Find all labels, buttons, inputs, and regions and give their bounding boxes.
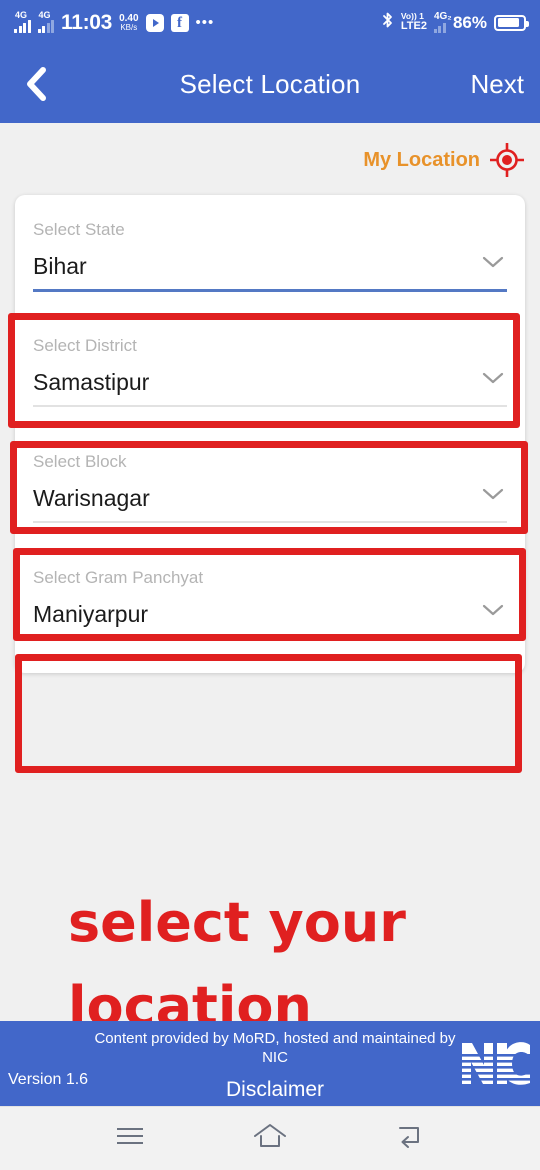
select-district-value: Samastipur xyxy=(33,369,150,395)
footer-credit: Content provided by MoRD, hosted and mai… xyxy=(94,1030,456,1066)
home-icon xyxy=(253,1123,287,1154)
select-block-dropdown[interactable]: Select Block Warisnagar xyxy=(33,452,507,523)
footer-center: Content provided by MoRD, hosted and mai… xyxy=(90,1030,460,1102)
back-arrow-icon xyxy=(396,1124,424,1153)
my-location-label: My Location xyxy=(363,148,480,171)
android-nav-bar xyxy=(0,1106,540,1170)
select-state-underline xyxy=(33,289,507,292)
recents-button[interactable] xyxy=(103,1117,157,1161)
disclaimer-link[interactable]: Disclaimer xyxy=(90,1078,460,1102)
page-title: Select Location xyxy=(179,68,361,99)
select-block-value: Warisnagar xyxy=(33,485,150,511)
select-district-dropdown[interactable]: Select District Samastipur xyxy=(33,336,507,407)
more-notifications-icon: ••• xyxy=(195,13,215,31)
select-state-value: Bihar xyxy=(33,253,87,279)
footer: Version 1.6 Content provided by MoRD, ho… xyxy=(0,1021,540,1106)
battery-percentage: 86% xyxy=(452,12,487,32)
select-district-placeholder: Select District xyxy=(33,336,137,355)
select-district-underline xyxy=(33,405,507,407)
chevron-down-icon xyxy=(481,603,505,622)
bluetooth-icon xyxy=(381,11,394,34)
signal-strength-sim1-icon: 4G xyxy=(14,10,31,33)
location-form-card: Select State Bihar Select District Samas… xyxy=(15,195,525,673)
youtube-icon xyxy=(145,13,164,32)
network-speed-indicator: 0.40 KB/s xyxy=(119,12,139,32)
chevron-down-icon xyxy=(481,255,505,274)
app-version: Version 1.6 xyxy=(8,1071,89,1088)
select-state-placeholder: Select State xyxy=(33,220,125,239)
phone-screen: 4G 4G 11:03 0.40 KB/s f ••• Vo)) 1 LTE2 xyxy=(0,0,540,1170)
facebook-icon: f xyxy=(170,13,189,32)
chevron-down-icon xyxy=(481,371,505,390)
battery-icon xyxy=(494,14,529,31)
nic-logo xyxy=(460,1037,532,1089)
network-speed-value: 0.40 xyxy=(119,12,139,24)
select-gram-panchayat-placeholder: Select Gram Panchyat xyxy=(33,568,204,587)
status-bar-right: Vo)) 1 LTE2 4G₂ 86% xyxy=(381,11,529,34)
chevron-down-icon xyxy=(481,487,505,506)
home-button[interactable] xyxy=(243,1117,297,1161)
my-location-button[interactable]: My Location xyxy=(363,142,525,178)
status-bar-left: 4G 4G 11:03 0.40 KB/s f ••• xyxy=(14,11,214,35)
select-gram-panchayat-value: Maniyarpur xyxy=(33,601,149,627)
select-gram-panchayat-underline xyxy=(33,637,507,639)
select-state-dropdown[interactable]: Select State Bihar xyxy=(33,220,507,292)
signal-sim1-label: 4G xyxy=(15,10,28,20)
next-button[interactable]: Next xyxy=(471,45,524,123)
volte-bottom-label: LTE2 xyxy=(400,20,427,33)
status-bar: 4G 4G 11:03 0.40 KB/s f ••• Vo)) 1 LTE2 xyxy=(0,0,540,45)
select-block-placeholder: Select Block xyxy=(33,452,127,471)
app-bar: Select Location Next xyxy=(0,45,540,123)
back-nav-button[interactable] xyxy=(383,1117,437,1161)
data-network-label: 4G₂ xyxy=(433,11,452,22)
gps-crosshair-icon xyxy=(489,142,525,178)
network-speed-unit: KB/s xyxy=(120,22,138,32)
signal-sim2-label: 4G xyxy=(38,10,51,20)
signal-strength-sim2-icon: 4G xyxy=(37,10,54,33)
status-clock: 11:03 xyxy=(61,10,113,34)
signal-strength-data-icon: 4G₂ xyxy=(433,11,452,33)
menu-icon xyxy=(115,1125,145,1152)
content-area: My Location Select State Bihar Select Di… xyxy=(0,123,540,1038)
select-block-underline xyxy=(33,521,507,523)
volte-indicator: Vo)) 1 LTE2 xyxy=(401,12,427,32)
select-gram-panchayat-dropdown[interactable]: Select Gram Panchyat Maniyarpur xyxy=(33,568,507,639)
